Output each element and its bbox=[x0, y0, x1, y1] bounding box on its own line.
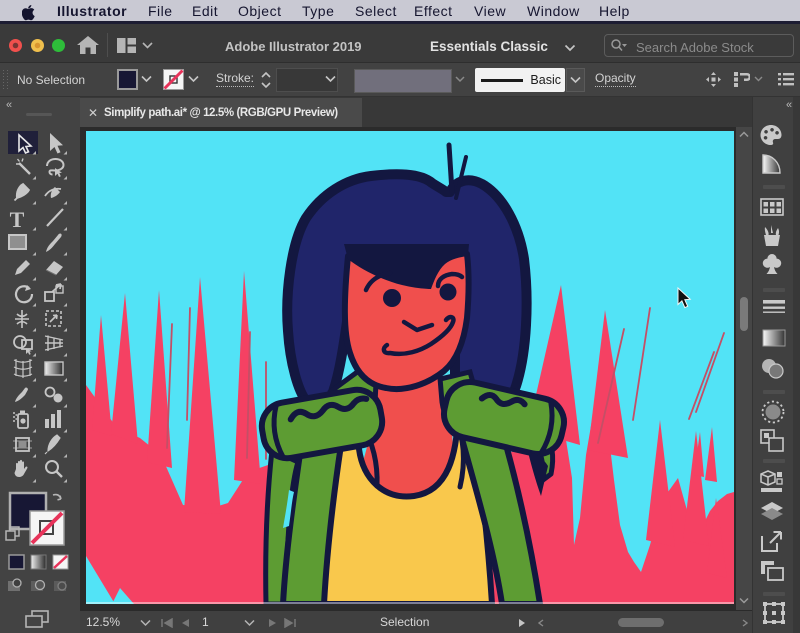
svg-text:T: T bbox=[10, 207, 25, 232]
